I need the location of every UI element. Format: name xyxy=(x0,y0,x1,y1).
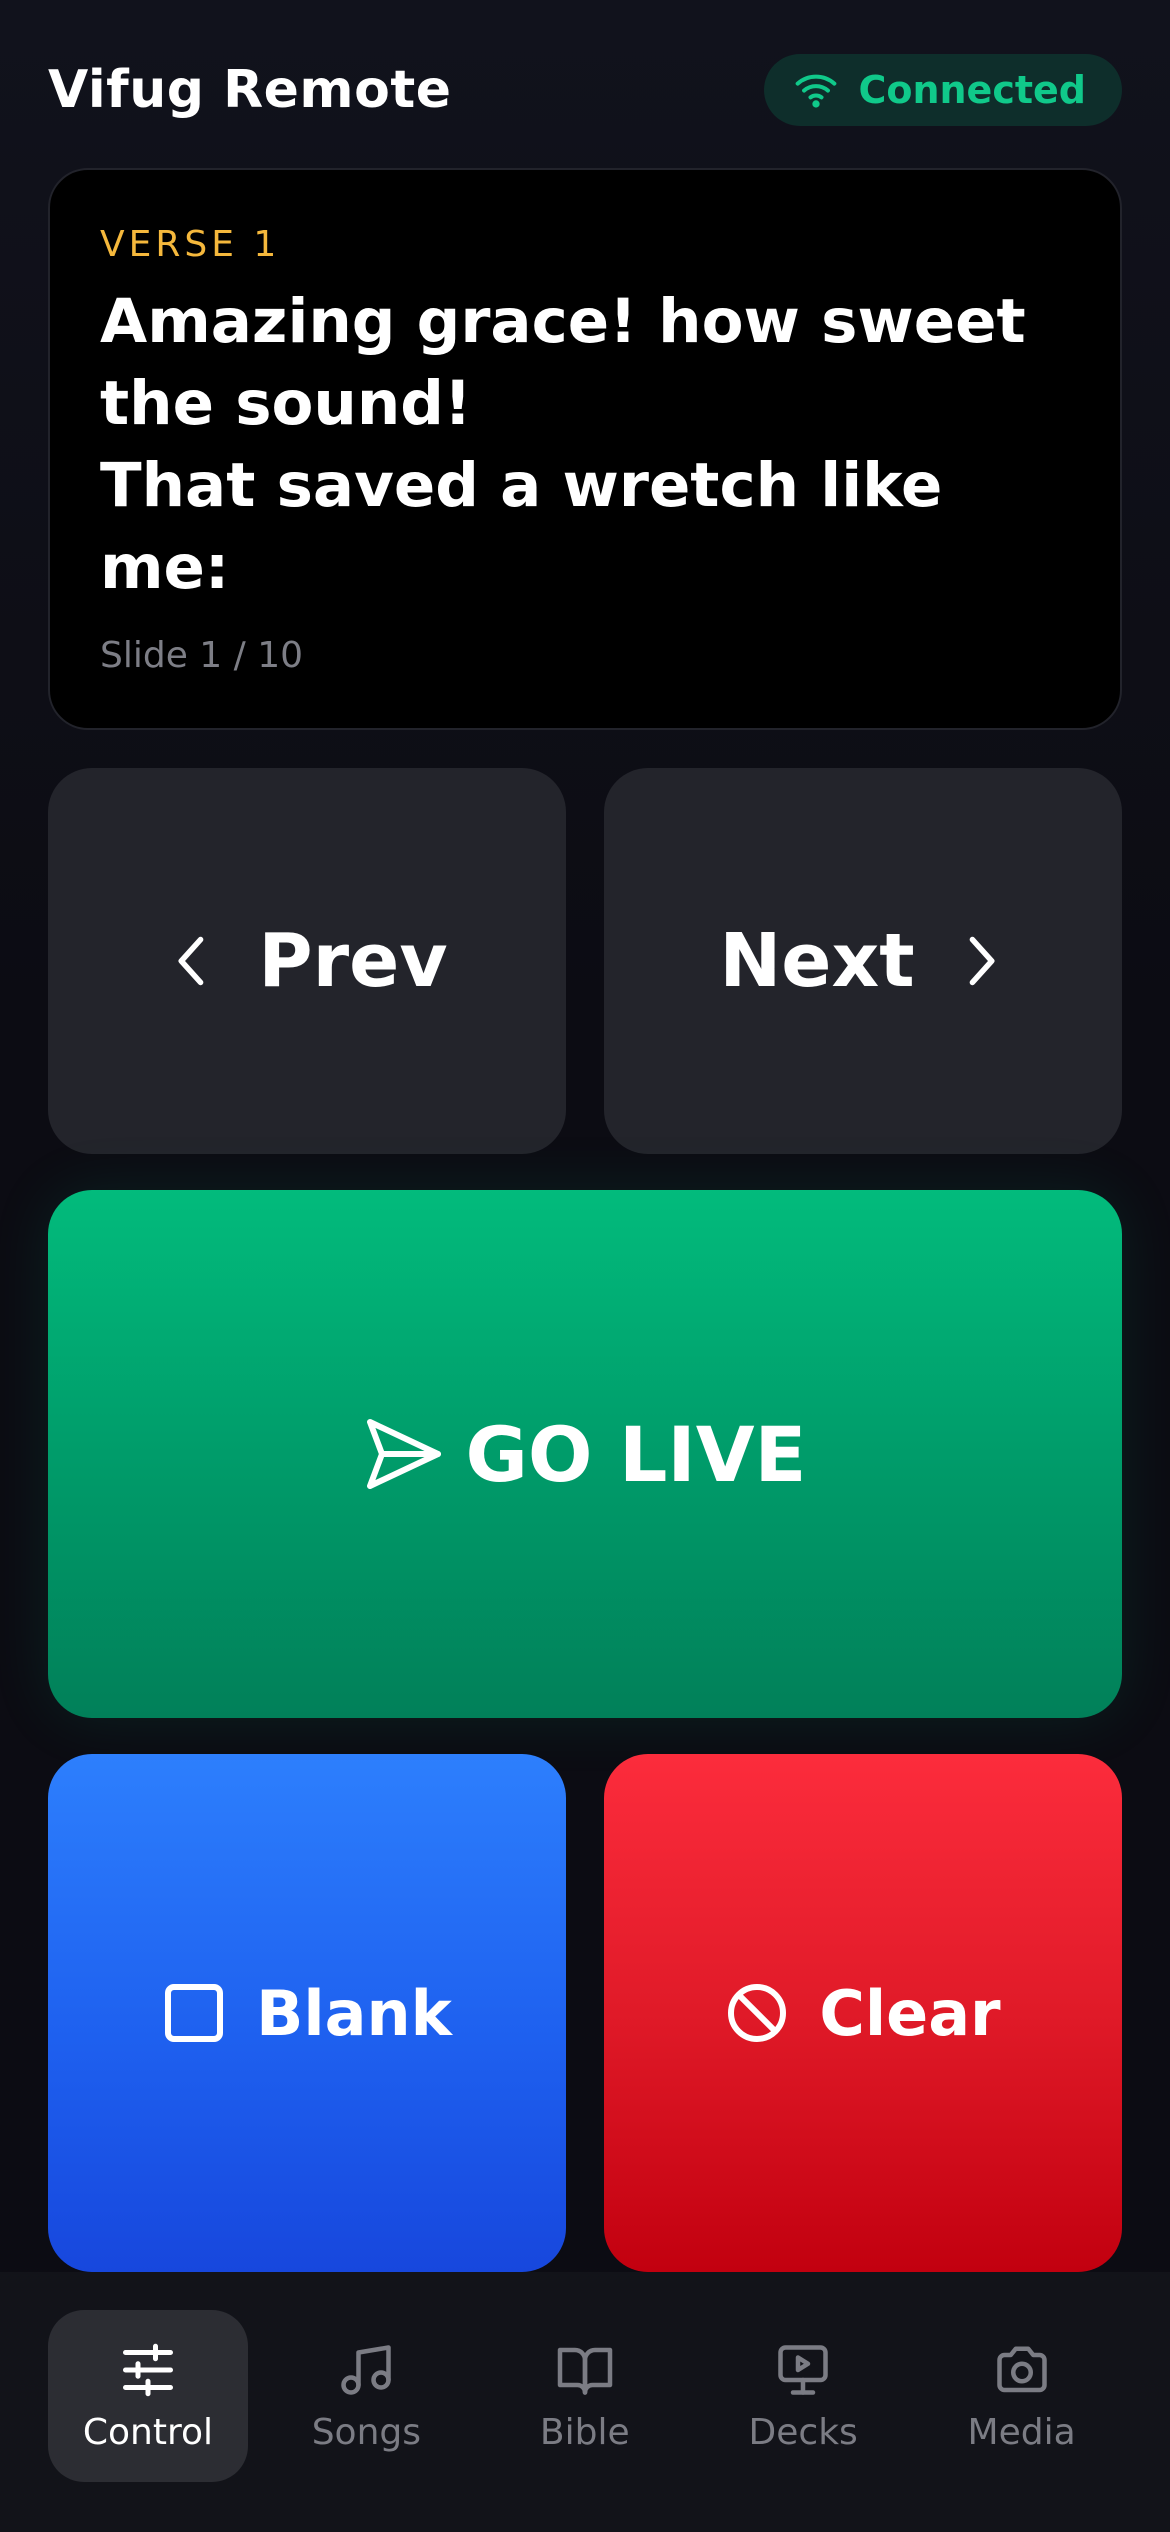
tab-decks[interactable]: Decks xyxy=(703,2310,903,2482)
slide-lyrics: Amazing grace! how sweet the sound! That… xyxy=(100,286,1026,603)
go-live-label: GO LIVE xyxy=(465,1409,807,1499)
clear-button[interactable]: Clear xyxy=(604,1754,1122,2272)
connection-status-text: Connected xyxy=(858,68,1086,112)
app-title: Vifug Remote xyxy=(48,60,452,120)
tab-songs[interactable]: Songs xyxy=(266,2310,466,2482)
clear-button-label: Clear xyxy=(819,1976,1001,2050)
chevron-left-icon xyxy=(178,936,204,986)
music-note-icon xyxy=(341,2344,392,2395)
next-button-label: Next xyxy=(719,918,915,1004)
next-button[interactable]: Next xyxy=(604,768,1122,1154)
blank-button-label: Blank xyxy=(256,1976,452,2050)
blank-button[interactable]: Blank xyxy=(48,1754,566,2272)
chevron-right-icon xyxy=(969,936,995,986)
sliders-icon xyxy=(122,2343,173,2396)
presentation-icon xyxy=(778,2344,828,2395)
tab-songs-label: Songs xyxy=(311,2411,422,2453)
tab-bible-label: Bible xyxy=(539,2411,630,2453)
prev-button-label: Prev xyxy=(258,918,448,1004)
tab-bible[interactable]: Bible xyxy=(485,2310,685,2482)
bottom-tab-bar: Control Songs Bible Decks Media xyxy=(0,2272,1170,2532)
slide-preview-card: VERSE 1 Amazing grace! how sweet the sou… xyxy=(48,168,1122,730)
header: Vifug Remote Connected xyxy=(48,52,1122,128)
connection-status-badge: Connected xyxy=(764,54,1122,126)
tab-control[interactable]: Control xyxy=(48,2310,248,2482)
tab-media-label: Media xyxy=(967,2411,1076,2453)
verse-label: VERSE 1 xyxy=(100,224,281,265)
square-icon xyxy=(165,1984,224,2042)
camera-icon xyxy=(996,2346,1047,2392)
tab-control-label: Control xyxy=(82,2411,214,2453)
tab-decks-label: Decks xyxy=(748,2411,858,2453)
slide-counter: Slide 1 / 10 xyxy=(100,635,304,676)
wifi-icon xyxy=(796,74,837,108)
go-live-button[interactable]: GO LIVE xyxy=(48,1190,1122,1718)
tab-media[interactable]: Media xyxy=(922,2310,1122,2482)
remote-app: Vifug Remote Connected VERSE 1 Amazing g… xyxy=(0,0,1170,2532)
book-icon xyxy=(557,2347,613,2395)
prev-button[interactable]: Prev xyxy=(48,768,566,1154)
ban-icon xyxy=(728,1984,787,2042)
send-icon xyxy=(366,1419,441,1489)
